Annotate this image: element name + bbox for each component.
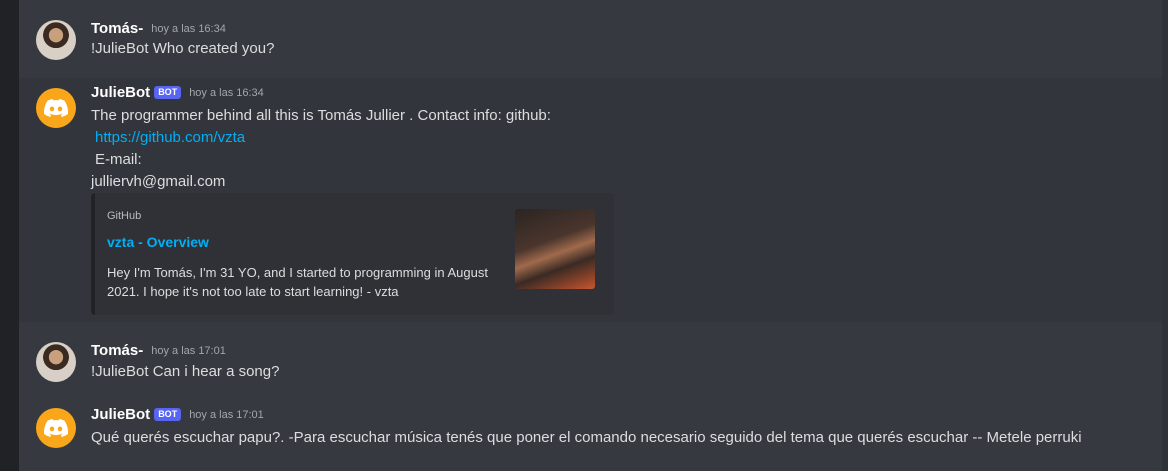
user-avatar[interactable] (36, 20, 76, 60)
timestamp: hoy a las 17:01 (151, 344, 226, 357)
message-line: E-mail: (95, 151, 142, 168)
user-avatar[interactable] (36, 342, 76, 382)
message-content: !JulieBot Can i hear a song? (91, 363, 280, 380)
chat-messages: Tomás- hoy a las 16:34 !JulieBot Who cre… (19, 0, 1168, 471)
email-text: julliervh@gmail.com (91, 173, 226, 190)
message-item[interactable]: Tomás- hoy a las 17:01 !JulieBot Can i h… (19, 330, 1168, 390)
message-item[interactable]: JulieBot BOT hoy a las 17:01 Qué querés … (19, 396, 1168, 471)
embed-thumbnail[interactable] (515, 209, 595, 289)
github-link[interactable]: https://github.com/vzta (91, 127, 551, 149)
message-header: Tomás- hoy a las 17:01 (91, 342, 226, 359)
message-content: The programmer behind all this is Tomás … (91, 105, 551, 193)
username[interactable]: Tomás- (91, 342, 143, 359)
message-header: Tomás- hoy a las 16:34 (91, 20, 226, 37)
bot-tag: BOT (154, 86, 182, 99)
timestamp: hoy a las 16:34 (189, 86, 264, 99)
embed-provider[interactable]: GitHub (107, 210, 141, 222)
message-line: The programmer behind all this is Tomás … (91, 107, 551, 124)
scrollbar[interactable] (1162, 0, 1168, 471)
timestamp: hoy a las 16:34 (151, 22, 226, 35)
username[interactable]: JulieBot (91, 406, 150, 423)
embed-description: Hey I'm Tomás, I'm 31 YO, and I started … (107, 265, 488, 299)
discord-logo-icon (44, 419, 68, 437)
message-item[interactable]: JulieBot BOT hoy a las 16:34 The program… (19, 78, 1168, 322)
embed-title[interactable]: vzta - Overview (107, 234, 209, 250)
message-header: JulieBot BOT hoy a las 16:34 (91, 84, 264, 101)
discord-logo-icon (44, 99, 68, 117)
bot-tag: BOT (154, 408, 182, 421)
timestamp: hoy a las 17:01 (189, 408, 264, 421)
message-header: JulieBot BOT hoy a las 17:01 (91, 406, 264, 423)
message-content: !JulieBot Who created you? (91, 40, 275, 57)
username[interactable]: JulieBot (91, 84, 150, 101)
link-embed: GitHub vzta - Overview Hey I'm Tomás, I'… (91, 193, 614, 315)
bot-avatar[interactable] (36, 88, 76, 128)
bot-avatar[interactable] (36, 408, 76, 448)
username[interactable]: Tomás- (91, 20, 143, 37)
message-content: Qué querés escuchar papu?. -Para escucha… (91, 429, 1082, 446)
message-item[interactable]: Tomás- hoy a las 16:34 !JulieBot Who cre… (19, 10, 1168, 70)
